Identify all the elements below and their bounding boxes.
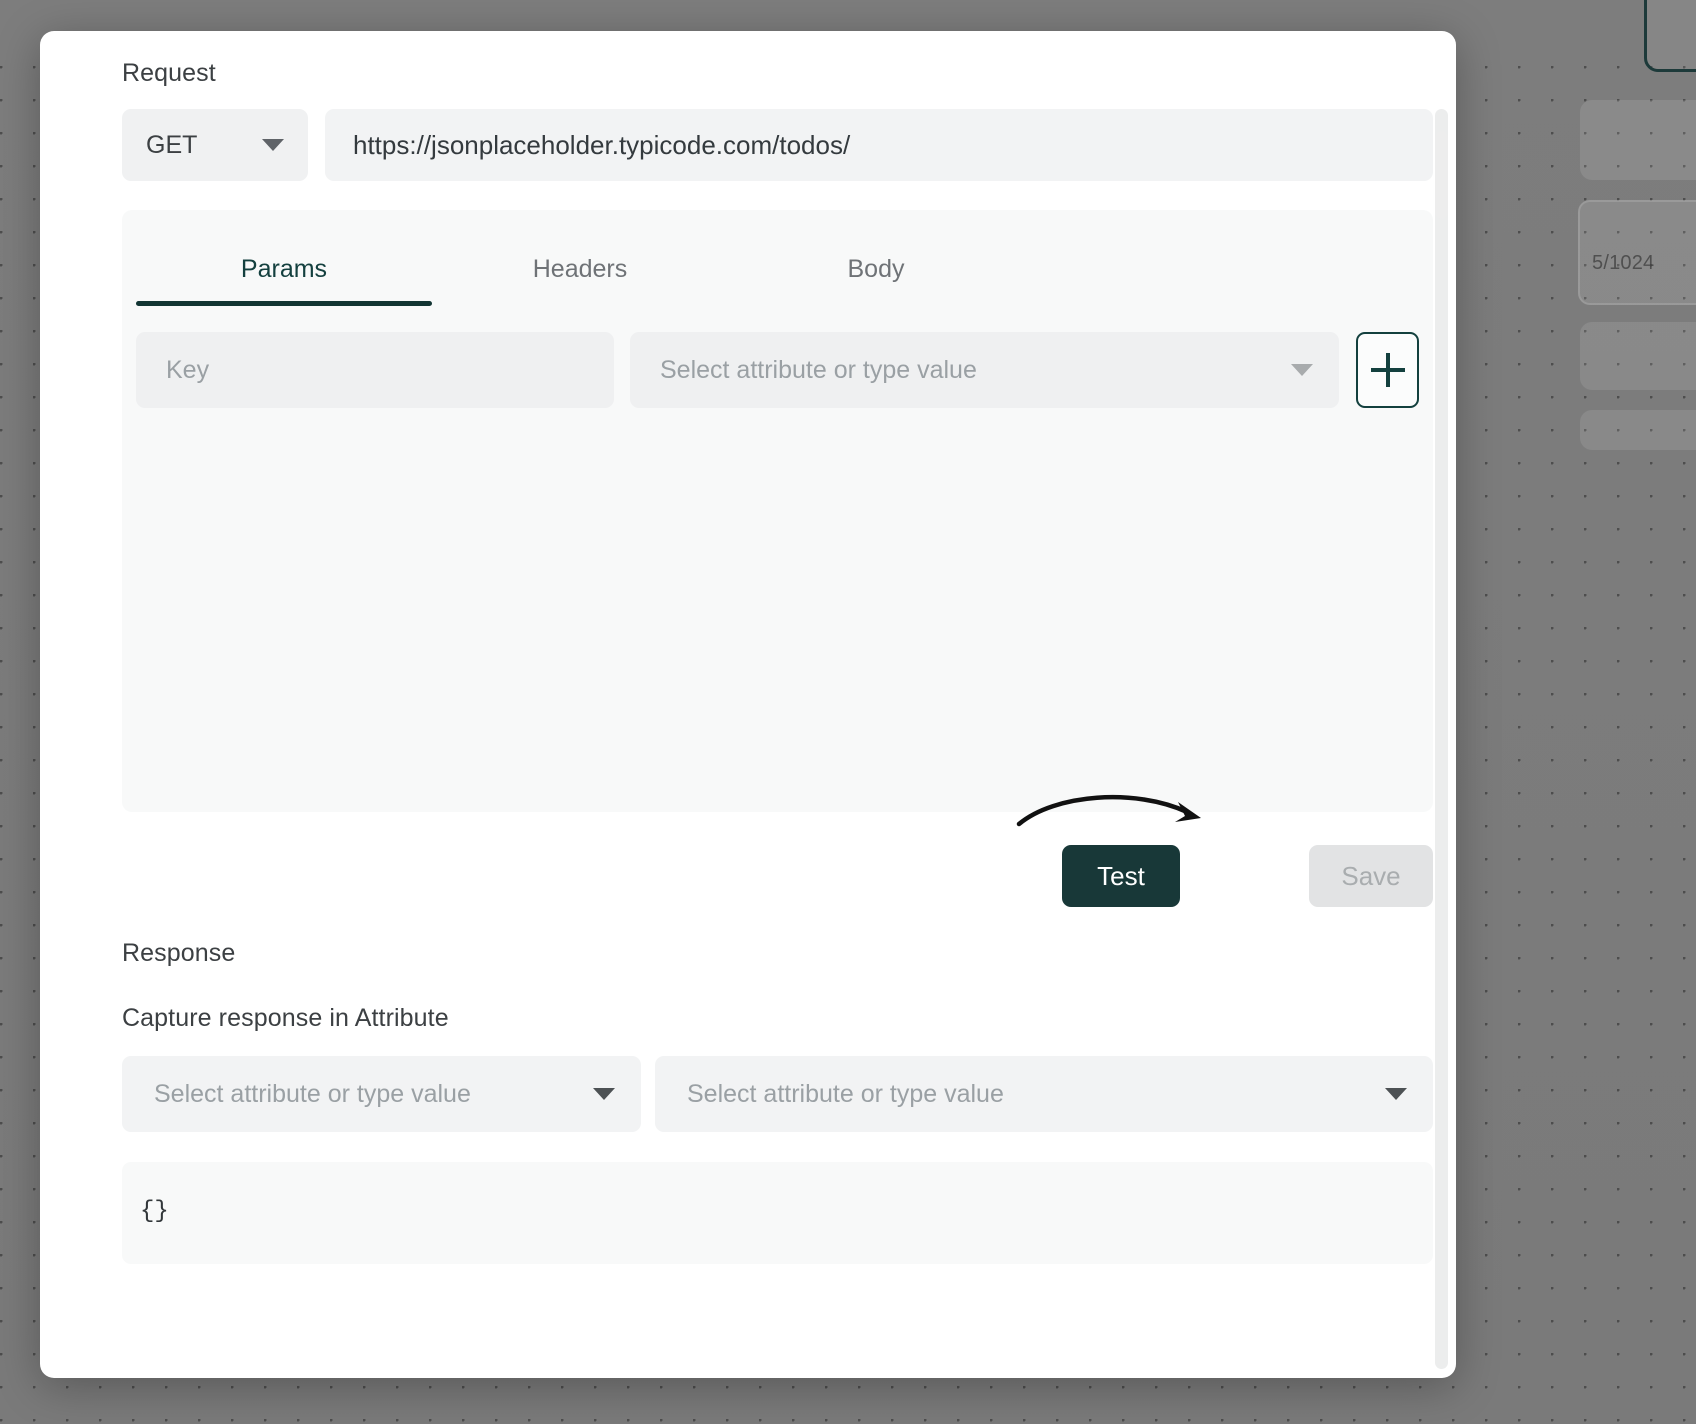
response-section-label: Response (122, 939, 235, 968)
request-tab-strip: Params Headers Body (136, 232, 1419, 306)
capture-value-dropdown[interactable]: Select attribute or type value (655, 1056, 1433, 1132)
modal-scrollbar[interactable] (1435, 109, 1448, 1369)
tab-params[interactable]: Params (136, 232, 432, 306)
chevron-down-icon (1291, 364, 1313, 376)
save-button[interactable]: Save (1309, 845, 1433, 907)
request-row: GET (122, 109, 1433, 181)
capture-response-label: Capture response in Attribute (122, 1004, 449, 1033)
tab-headers[interactable]: Headers (432, 232, 728, 306)
response-body-viewer: {} (122, 1162, 1433, 1264)
background-char-counter: 5/1024 (1592, 252, 1654, 275)
tab-body[interactable]: Body (728, 232, 1024, 306)
chevron-down-icon (262, 139, 284, 151)
background-card-3 (1580, 322, 1696, 390)
test-button[interactable]: Test (1062, 845, 1180, 907)
request-url-input[interactable] (325, 109, 1433, 181)
tab-params-label: Params (241, 255, 327, 284)
modal-scrollbar-thumb[interactable] (1435, 131, 1448, 219)
tab-body-label: Body (848, 255, 905, 284)
capture-attribute-dropdown[interactable]: Select attribute or type value (122, 1056, 641, 1132)
param-row: Select attribute or type value (136, 332, 1419, 408)
request-section-label: Request (122, 59, 216, 88)
background-card-1 (1580, 100, 1696, 180)
http-method-value: GET (146, 131, 262, 160)
plus-icon (1371, 353, 1405, 387)
chevron-down-icon (593, 1088, 615, 1100)
capture-response-row: Select attribute or type value Select at… (122, 1056, 1433, 1132)
http-method-dropdown[interactable]: GET (122, 109, 308, 181)
capture-attribute-placeholder: Select attribute or type value (154, 1080, 593, 1109)
param-key-input[interactable] (136, 332, 614, 408)
param-value-dropdown[interactable]: Select attribute or type value (630, 332, 1339, 408)
background-card-4 (1580, 410, 1696, 450)
param-value-placeholder: Select attribute or type value (660, 356, 1291, 385)
request-tab-panel: Params Headers Body Select attribute or … (122, 210, 1433, 812)
tab-headers-label: Headers (533, 255, 628, 284)
api-request-modal: Request GET Params Headers Body (40, 31, 1456, 1378)
action-row: Test Save (122, 815, 1433, 915)
chevron-down-icon (1385, 1088, 1407, 1100)
response-body-text: {} (140, 1198, 169, 1225)
add-param-button[interactable] (1356, 332, 1419, 408)
capture-value-placeholder: Select attribute or type value (687, 1080, 1385, 1109)
background-card-outline (1644, 0, 1696, 72)
